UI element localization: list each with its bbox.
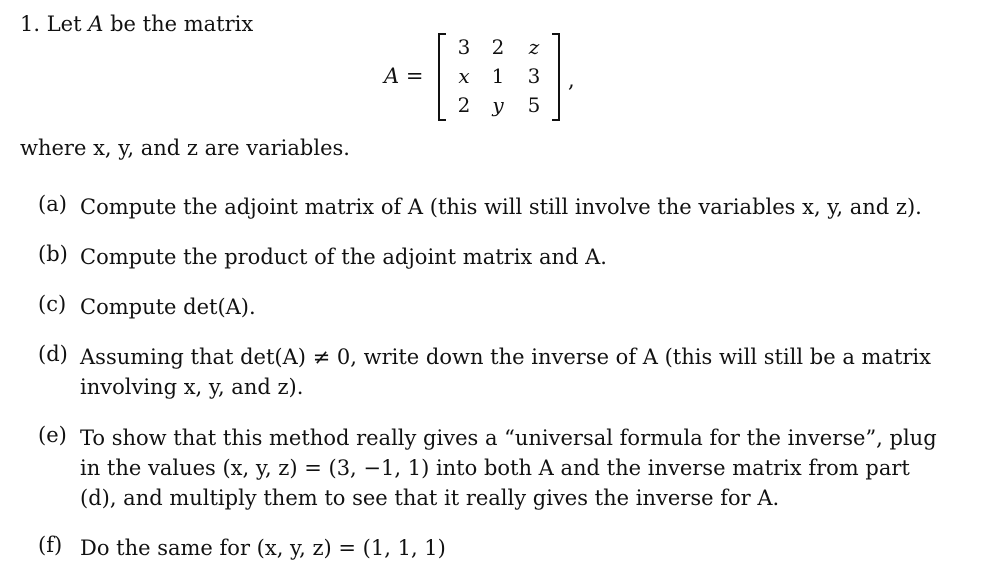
part-label: (b)	[38, 242, 68, 266]
matrix-cell: 2	[491, 35, 505, 59]
part-line: To show that this method really gives a …	[80, 426, 937, 450]
part-label: (a)	[38, 192, 67, 216]
left-bracket	[438, 33, 446, 121]
matrix-cell: y	[492, 93, 504, 117]
matrix-cell: 3	[527, 64, 541, 88]
matrix-cell: 1	[491, 64, 505, 88]
matrix-a: 3 2 z x 1 3 2 y 5	[438, 33, 560, 121]
part-line: involving x, y, and z).	[80, 375, 304, 399]
right-bracket	[552, 33, 560, 121]
part-line: Compute the product of the adjoint matri…	[80, 245, 607, 269]
part-line: Compute det(A).	[80, 295, 256, 319]
matrix-cell: 5	[527, 93, 541, 117]
problem-number: 1.	[20, 12, 41, 36]
part-line: (d), and multiply them to see that it re…	[80, 486, 780, 510]
matrix-cell: z	[528, 35, 540, 59]
part-label: (e)	[38, 423, 67, 447]
part-label: (f)	[38, 533, 63, 557]
matrix-cell: 3	[457, 35, 471, 59]
matrix-cell: x	[458, 64, 470, 88]
part-line: in the values (x, y, z) = (3, −1, 1) int…	[80, 456, 910, 480]
intro-var: A	[88, 12, 104, 36]
intro-pre: Let	[46, 12, 89, 36]
equation-lhs: A =	[384, 64, 424, 88]
part-line: Do the same for (x, y, z) = (1, 1, 1)	[80, 536, 446, 560]
trailing-comma: ,	[568, 68, 575, 92]
part-label: (c)	[38, 292, 67, 316]
part-line: Compute the adjoint matrix of A (this wi…	[80, 195, 922, 219]
part-label: (d)	[38, 342, 68, 366]
matrix-cell: 2	[457, 93, 471, 117]
where-text: where x, y, and z are variables.	[20, 136, 350, 160]
problem-intro: 1. Let A be the matrix	[20, 12, 253, 36]
part-line: Assuming that det(A) ≠ 0, write down the…	[80, 345, 931, 369]
intro-post: be the matrix	[103, 12, 254, 36]
